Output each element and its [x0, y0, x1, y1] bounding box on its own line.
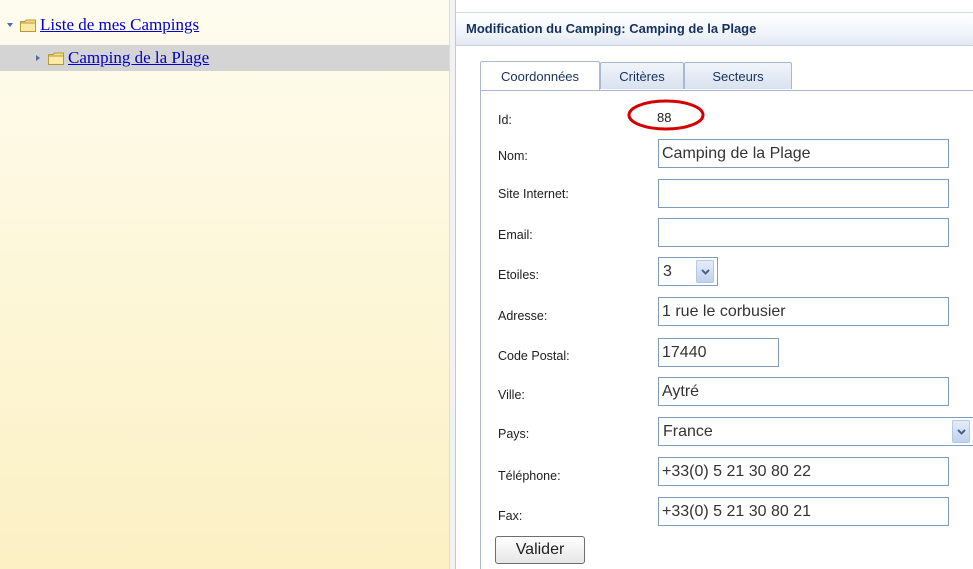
etoiles-value: 3 [663, 262, 672, 280]
tree-link-camping-plage[interactable]: Camping de la Plage [68, 48, 209, 68]
nom-label: Nom: [498, 149, 528, 163]
tab-secteurs[interactable]: Secteurs [684, 62, 792, 89]
fax-label: Fax: [498, 509, 523, 523]
tree-item-root[interactable]: Liste de mes Campings [4, 13, 199, 37]
pays-value: France [663, 422, 713, 440]
chevron-down-icon[interactable] [696, 260, 714, 283]
tab-coordonnees[interactable]: Coordonnées [480, 61, 600, 90]
nom-field[interactable] [658, 139, 949, 168]
chevron-down-icon[interactable] [952, 420, 970, 443]
cp-label: Code Postal: [498, 349, 570, 363]
editor-header: Modification du Camping: Camping de la P… [456, 12, 973, 46]
email-field[interactable] [658, 218, 949, 247]
adresse-label: Adresse: [498, 309, 548, 323]
panel-splitter[interactable] [449, 0, 456, 569]
pays-select[interactable]: France [658, 417, 973, 446]
etoiles-label: Etoiles: [498, 268, 539, 282]
id-value: 88 [657, 110, 672, 125]
ville-field[interactable] [658, 377, 949, 406]
fax-field[interactable] [658, 497, 949, 526]
tab-bar: Coordonnées Critères Secteurs [480, 58, 973, 91]
tree-item-camping[interactable]: Camping de la Plage [0, 45, 449, 71]
ville-label: Ville: [498, 388, 525, 402]
site-label: Site Internet: [498, 187, 569, 201]
folder-icon [20, 19, 36, 32]
editor-title: Modification du Camping: Camping de la P… [466, 21, 757, 36]
valider-button[interactable]: Valider [495, 536, 585, 564]
folder-icon [48, 52, 64, 65]
tree-panel: Liste de mes Campings Camping de la Plag… [0, 0, 450, 569]
expand-arrow-icon[interactable] [4, 22, 16, 28]
pays-label: Pays: [498, 427, 530, 441]
telephone-label: Téléphone: [498, 469, 561, 483]
telephone-field[interactable] [658, 457, 949, 486]
adresse-field[interactable] [658, 297, 949, 326]
site-field[interactable] [658, 179, 949, 208]
etoiles-select[interactable]: 3 [658, 257, 718, 286]
tree-link-campings[interactable]: Liste de mes Campings [40, 15, 199, 35]
collapse-arrow-icon[interactable] [32, 55, 44, 61]
editor-panel: Modification du Camping: Camping de la P… [456, 0, 973, 569]
email-label: Email: [498, 228, 533, 242]
id-label: Id: [498, 113, 512, 127]
tab-criteres[interactable]: Critères [600, 62, 684, 89]
form-coordonnees: Id: 88 Nom: Site Internet: Email: Etoile… [480, 91, 973, 569]
code-postal-field[interactable] [658, 338, 779, 367]
